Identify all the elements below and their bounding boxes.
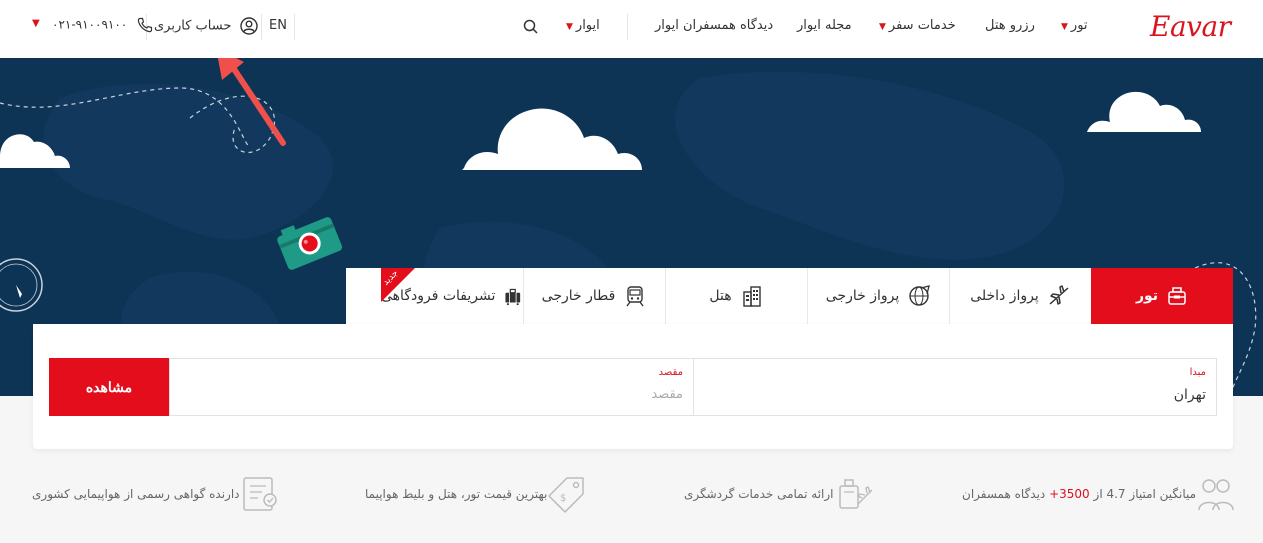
nav-hotel-label: رزرو هتل [985, 18, 1035, 33]
user-account-link[interactable]: حساب کاربری [154, 17, 258, 35]
luggage-icon [505, 288, 521, 306]
view-button[interactable]: مشاهده [49, 358, 169, 416]
globe-plane-icon [909, 285, 931, 306]
tab-domestic-flight[interactable]: پرواز داخلی [949, 268, 1091, 324]
tab-international-flight[interactable]: پرواز خارجی [807, 268, 949, 324]
feature-services-text: ارائه تمامی خدمات گردشگری [684, 487, 834, 501]
tour-bag-icon [1168, 287, 1186, 305]
header-divider [294, 14, 295, 40]
feature-services: ارائه تمامی خدمات گردشگری [684, 474, 888, 514]
language-switch[interactable]: EN [269, 18, 287, 33]
nav-eavar-label: ایوار [575, 18, 600, 33]
tab-tour[interactable]: تور [1091, 268, 1233, 324]
user-circle-icon [239, 17, 258, 35]
eavar-logo[interactable]: Eavar [1150, 10, 1231, 43]
chevron-down-icon: ▼ [1061, 22, 1068, 32]
nav-reviews[interactable]: دیدگاه همسفران ایوار [655, 18, 773, 33]
feature-price: بهترین قیمت تور، هتل و بلیط هواپیما $ [365, 474, 601, 514]
certificate-icon [242, 477, 277, 511]
destination-placeholder: مقصد [651, 387, 683, 402]
price-tag-icon: $ [548, 477, 585, 513]
destination-label: مقصد [658, 367, 683, 378]
tab-tour-label: تور [1135, 288, 1159, 304]
destination-field[interactable]: مقصد مقصد [169, 358, 694, 416]
airplane-icon [1049, 285, 1069, 305]
feature-rating-text: میانگین امتیاز 4.7 از 3500+ دیدگاه همسفر… [962, 487, 1196, 501]
search-form: مبدا تهران مقصد مقصد مشاهده [33, 324, 1233, 449]
train-icon [626, 286, 644, 307]
nav-tour-label: تور [1070, 18, 1088, 33]
account-label: حساب کاربری [154, 18, 232, 34]
tab-domestic-flight-label: پرواز داخلی [970, 288, 1039, 304]
tab-airport-services[interactable]: جدید تشریفات فرودگاهی [381, 268, 523, 324]
nav-magazine-label: مجله ایوار [797, 18, 852, 33]
nav-reviews-label: دیدگاه همسفران ایوار [655, 18, 774, 33]
feature-license: دارنده گواهی رسمی از هواپیمایی کشوری [32, 474, 294, 514]
feature-license-text: دارنده گواهی رسمی از هواپیمایی کشوری [32, 487, 240, 501]
travelers-icon [1198, 479, 1234, 511]
search-icon[interactable] [522, 18, 540, 36]
booking-tabs: تور پرواز داخلی پرواز خارجی هتل قطار خار… [346, 268, 1233, 324]
suitcase-plane-icon [838, 479, 873, 509]
nav-services-label: خدمات سفر [888, 18, 956, 33]
nav-services[interactable]: ▼ خدمات سفر [879, 18, 956, 33]
tab-train-label: قطار خارجی [541, 288, 616, 304]
tab-hotel[interactable]: هتل [665, 268, 807, 324]
annotation-arrow-icon [217, 58, 286, 146]
rating-prefix: میانگین امتیاز 4.7 از [1093, 487, 1197, 501]
origin-field[interactable]: مبدا تهران [693, 358, 1217, 416]
tab-international-flight-label: پرواز خارجی [825, 288, 900, 304]
svg-text:$: $ [560, 493, 566, 504]
nav-tour[interactable]: ▼ تور [1061, 18, 1088, 33]
feature-price-text: بهترین قیمت تور، هتل و بلیط هواپیما [365, 487, 548, 501]
nav-divider [627, 14, 628, 40]
feature-rating: میانگین امتیاز 4.7 از 3500+ دیدگاه همسفر… [962, 474, 1250, 514]
phone-dropdown-chevron-icon[interactable]: ▼ [32, 18, 40, 29]
phone-number[interactable]: ۰۲۱-۹۱۰۰۹۱۰۰ [52, 17, 153, 33]
building-icon [742, 286, 761, 307]
tab-hotel-label: هتل [709, 288, 732, 304]
nav-eavar[interactable]: ▼ ایوار [566, 18, 600, 33]
rating-count: 3500+ [1049, 487, 1090, 501]
rating-suffix: دیدگاه همسفران [962, 487, 1046, 501]
header-divider [261, 14, 262, 40]
top-header: Eavar ▼ تور رزرو هتل ▼ خدمات سفر مجله ایوا… [0, 0, 1263, 58]
phone-icon [137, 17, 153, 33]
chevron-down-icon: ▼ [566, 22, 573, 32]
nav-hotel[interactable]: رزرو هتل [985, 18, 1035, 33]
origin-value: تهران [1173, 387, 1206, 403]
nav-magazine[interactable]: مجله ایوار [797, 18, 852, 33]
origin-label: مبدا [1189, 367, 1206, 378]
chevron-down-icon: ▼ [879, 22, 886, 32]
phone-label: ۰۲۱-۹۱۰۰۹۱۰۰ [52, 17, 128, 32]
tab-train[interactable]: قطار خارجی [523, 268, 665, 324]
